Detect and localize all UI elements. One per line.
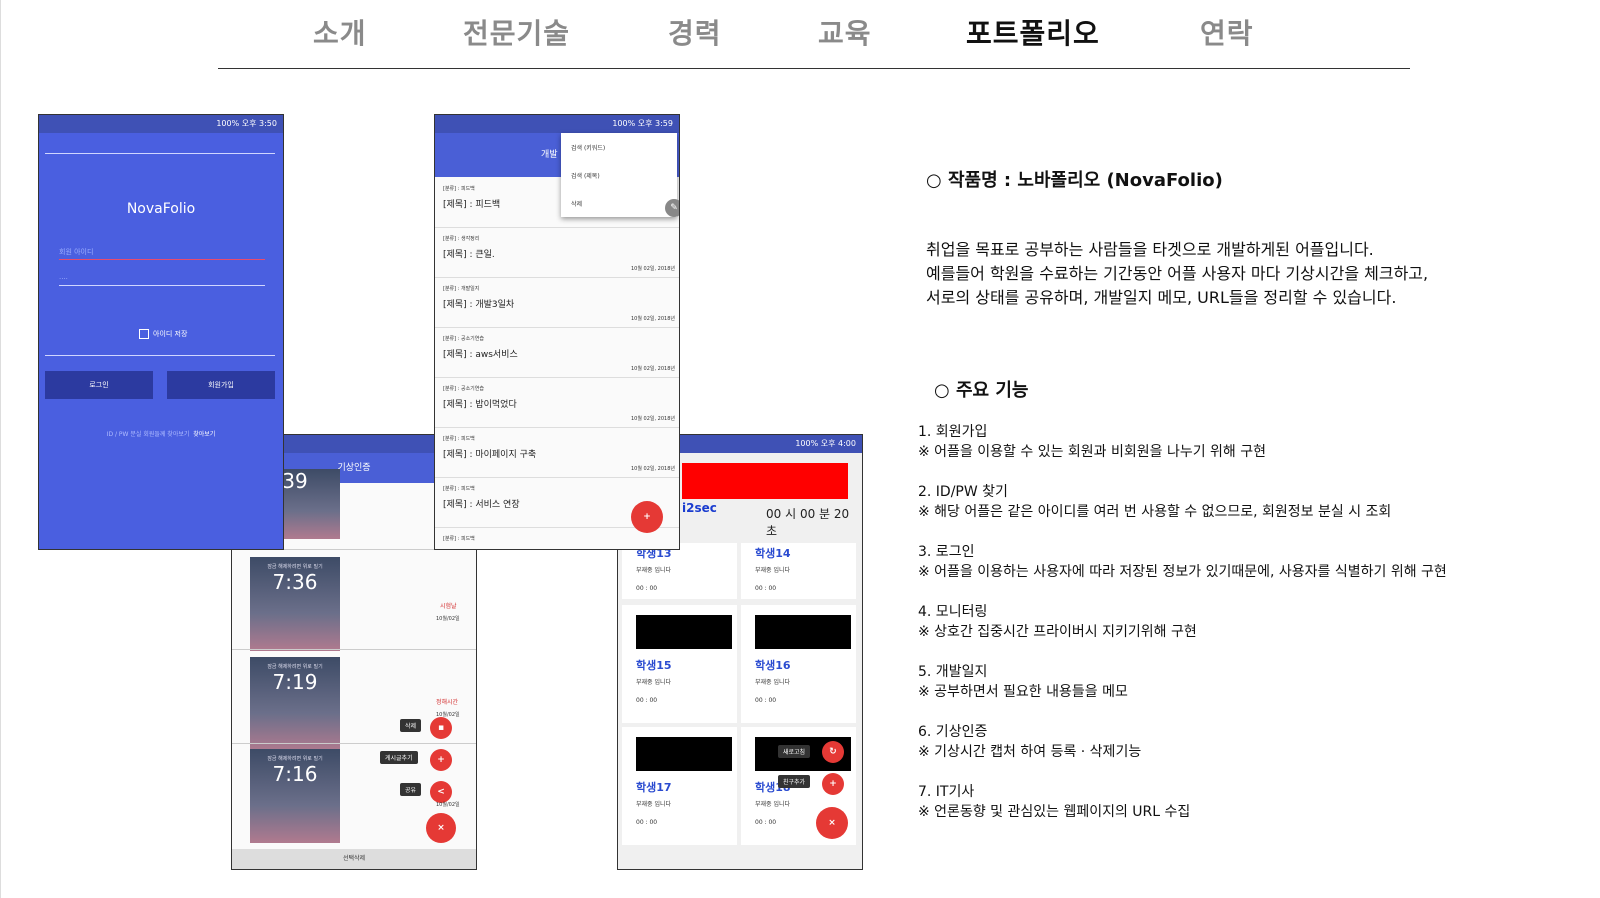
checkbox-icon	[139, 329, 149, 339]
share-chip[interactable]: 공유	[400, 783, 422, 796]
close-fab[interactable]: ×	[426, 813, 456, 843]
date-label: 10월/02일	[436, 802, 460, 808]
screenshot-devlog: 100% 오후 3:59 개발 [분류] : 피드백 [제목] : 피드백 [분류…	[434, 114, 680, 550]
nav-item-intro[interactable]: 소개	[313, 12, 367, 52]
nav-divider	[218, 68, 1410, 69]
signup-button[interactable]: 회원가입	[167, 371, 275, 399]
student-card[interactable]: 학생16 부재중 입니다 00 : 00	[741, 605, 856, 723]
alert-bar	[682, 463, 848, 499]
add-post-chip[interactable]: 게시글추기	[380, 751, 418, 764]
list-item[interactable]: [분류] : 피드백 [제목] : 마이페이지 구축 10월 02일, 2018년	[435, 427, 679, 478]
save-id-checkbox[interactable]: 아이디 저장	[139, 329, 187, 339]
row-divider	[232, 649, 476, 650]
feature-item: 2. ID/PW 찾기 ※ 해당 어플은 같은 아이디를 여러 번 사용할 수 …	[918, 484, 1392, 520]
camera-preview	[636, 615, 732, 649]
pw-field[interactable]: ....	[59, 273, 68, 281]
student-card[interactable]: 학생14 부재중 입니다 00 : 00	[741, 543, 856, 599]
delete-fab[interactable]: ▪	[430, 717, 452, 739]
list-item[interactable]: [분류] : 공소기연습 [제목] : aws서비스 10월 02일, 2018년	[435, 327, 679, 378]
menu-item-search-keyword[interactable]: 검색 (키워드)	[571, 143, 605, 152]
list-item[interactable]: [분류] : 공소기연습 [제목] : 밥이먹었다 10월 02일, 2018년	[435, 377, 679, 428]
row-divider	[232, 743, 476, 744]
tag-label: 시험날	[440, 603, 457, 610]
date-label: 10월/02일	[436, 616, 460, 622]
add-note-fab[interactable]: +	[631, 501, 663, 533]
edit-icon[interactable]: ✎	[665, 199, 679, 217]
id-field[interactable]: 회원 아이디	[59, 247, 93, 257]
status-bar: 100% 오후 3:59	[435, 115, 679, 133]
add-friend-chip[interactable]: 친구추가	[778, 775, 811, 788]
feature-list: 1. 회원가입 ※ 어플을 이용할 수 있는 회원과 비회원을 나누기 위해 구…	[918, 422, 1447, 842]
app-title: NovaFolio	[126, 201, 196, 217]
feature-item: 4. 모니터링 ※ 상호간 집중시간 프라이버시 지키기위해 구현	[918, 604, 1197, 640]
tag-label: 정해시간	[436, 699, 459, 706]
list-item[interactable]: [분류] : 개발일지 [제목] : 개발3일차 10월 02일, 2018년	[435, 277, 679, 328]
work-description: 취업을 목표로 공부하는 사람들을 타겟으로 개발하게된 어플입니다. 예를들어…	[926, 240, 1429, 307]
lock-thumb: 잠금 해제하려면 위로 밀기 7:19	[250, 657, 340, 751]
lock-thumb: 잠금 해제하려면 위로 밀기 7:36	[250, 557, 340, 651]
divider	[45, 153, 275, 154]
top-nav: 소개 전문기술 경력 교육 포트폴리오 연락	[0, 0, 1600, 70]
refresh-icon[interactable]: ↻	[822, 741, 844, 763]
nav-item-contact[interactable]: 연락	[1200, 12, 1254, 52]
page-edge	[0, 0, 1, 898]
sec-label: i2sec	[682, 501, 717, 515]
divider	[45, 355, 275, 356]
feature-item: 3. 로그인 ※ 어플을 이용하는 사용자에 따라 저장된 정보가 있기때문에,…	[918, 544, 1447, 580]
status-bar: 100% 오후 3:50	[39, 115, 283, 133]
camera-preview	[755, 615, 851, 649]
student-card[interactable]: 학생13 부재중 입니다 00 : 00	[622, 543, 737, 599]
delete-chip[interactable]: 삭제	[400, 719, 422, 732]
camera-preview	[636, 737, 732, 771]
select-delete-bar[interactable]: 선택삭제	[232, 849, 476, 869]
close-fab[interactable]: ×	[816, 807, 848, 839]
login-screen: NovaFolio 회원 아이디 .... 아이디 저장 로그인 회원가입 ID…	[39, 133, 283, 549]
lock-thumb: 잠금 해제하려면 위로 밀기 7:16	[250, 749, 340, 843]
list-item[interactable]: [분류] : 생각정리 [제목] : 큰일. 10월 02일, 2018년	[435, 227, 679, 278]
menu-item-delete[interactable]: 삭제	[571, 199, 582, 208]
id-underline	[59, 259, 265, 260]
work-title: ○ 작품명 : 노바폴리오 (NovaFolio)	[926, 170, 1223, 191]
overflow-menu: 검색 (키워드) 검색 (제목) 삭제	[561, 133, 677, 217]
add-friend-fab[interactable]: +	[822, 773, 844, 795]
menu-item-search-title[interactable]: 검색 (제목)	[571, 171, 600, 180]
screenshot-login: 100% 오후 3:50 NovaFolio 회원 아이디 .... 아이디 저…	[38, 114, 284, 550]
pw-underline	[59, 285, 265, 286]
refresh-chip[interactable]: 새로고침	[778, 745, 811, 758]
student-card[interactable]: 학생15 부재중 입니다 00 : 00	[622, 605, 737, 723]
feature-item: 6. 기상인증 ※ 기상시간 캡처 하여 등록 · 삭제기능	[918, 724, 1142, 760]
feature-item: 7. IT기사 ※ 언론동향 및 관심있는 웹페이지의 URL 수집	[918, 784, 1191, 820]
features-title: ○ 주요 기능	[934, 380, 1029, 401]
nav-item-portfolio[interactable]: 포트폴리오	[966, 12, 1100, 52]
add-post-fab[interactable]: +	[430, 749, 452, 771]
feature-item: 5. 개발일지 ※ 공부하면서 필요한 내용들을 메모	[918, 664, 1128, 700]
nav-item-skills[interactable]: 전문기술	[463, 12, 570, 52]
share-icon[interactable]: <	[430, 781, 452, 803]
nav-item-education[interactable]: 교육	[818, 12, 872, 52]
focus-timer: 00 시 00 분 20 초	[766, 507, 850, 538]
feature-item: 1. 회원가입 ※ 어플을 이용할 수 있는 회원과 비회원을 나누기 위해 구…	[918, 424, 1267, 460]
find-button[interactable]: 찾아보기	[193, 431, 215, 438]
nav-item-career[interactable]: 경력	[668, 12, 722, 52]
find-account: ID / PW 분실 회원들께 찾아보기 찾아보기	[106, 431, 216, 438]
login-button[interactable]: 로그인	[45, 371, 153, 399]
student-card[interactable]: 학생17 부재중 입니다 00 : 00	[622, 727, 737, 845]
